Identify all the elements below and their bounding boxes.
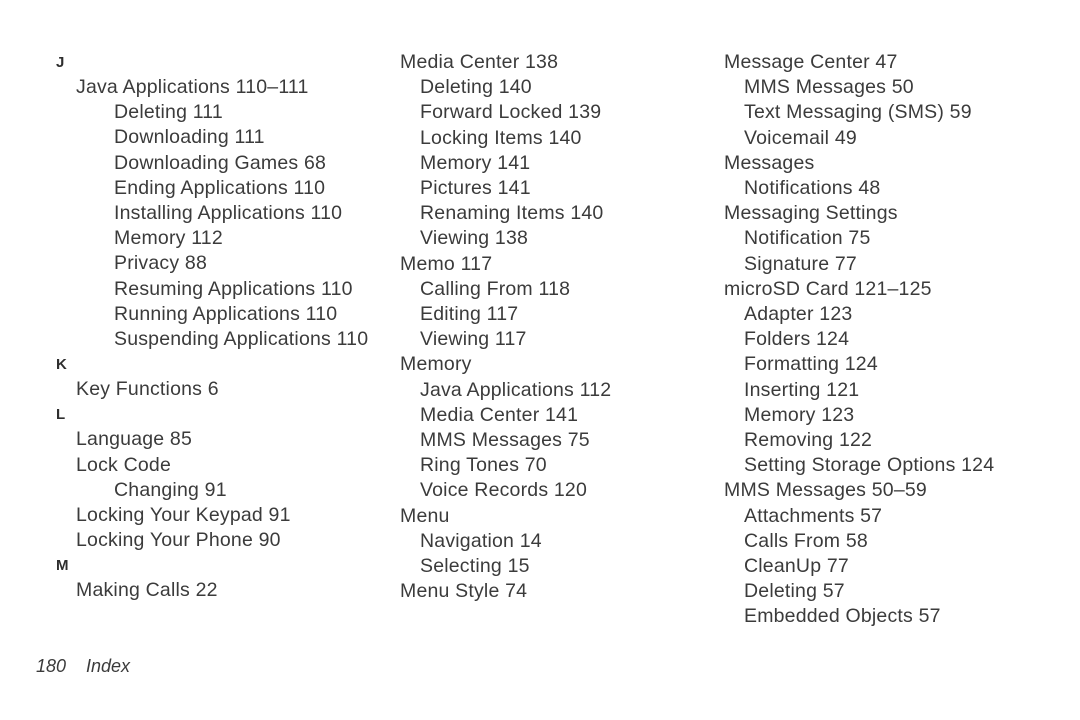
index-entry[interactable]: Messaging Settings [724,201,1064,226]
index-entry[interactable]: Setting Storage Options 124 [744,453,1064,478]
index-entry[interactable]: Renaming Items 140 [420,201,720,226]
index-entry[interactable]: Calling From 118 [420,277,720,302]
index-entry[interactable]: Text Messaging (SMS) 59 [744,100,1064,125]
index-entry[interactable]: Java Applications 112 [420,378,720,403]
index-entry[interactable]: Running Applications 110 [114,302,386,327]
index-entry[interactable]: Embedded Objects 57 [744,604,1064,629]
index-entry[interactable]: Memory 123 [744,403,1064,428]
index-entry[interactable]: Making Calls 22 [76,578,386,603]
index-entry[interactable]: Key Functions 6 [76,377,386,402]
index-entry[interactable]: Messages [724,151,1064,176]
index-entry[interactable]: Viewing 117 [420,327,720,352]
index-entry[interactable]: Locking Your Keypad 91 [76,503,386,528]
index-entry[interactable]: Ending Applications 110 [114,176,386,201]
index-entry[interactable]: Ring Tones 70 [420,453,720,478]
index-letter-heading: M [56,557,69,575]
index-entry[interactable]: MMS Messages 50–59 [724,478,1064,503]
index-entry[interactable]: Memory [400,352,720,377]
index-entry[interactable]: Downloading 111 [114,125,386,150]
index-entry[interactable]: Calls From 58 [744,529,1064,554]
index-column-2: Media Center 138 Deleting 140 Forward Lock… [400,50,720,604]
index-entry[interactable]: Menu [400,504,720,529]
index-entry[interactable]: Voicemail 49 [744,126,1064,151]
index-letter-heading: L [56,406,66,424]
index-entry[interactable]: Notifications 48 [744,176,1064,201]
index-entry[interactable]: Language 85 [76,427,386,452]
index-column-1: J Java Applications 110–111 Deleting 111 Do… [56,50,386,604]
index-entry[interactable]: Privacy 88 [114,251,386,276]
index-entry[interactable]: Locking Your Phone 90 [76,528,386,553]
index-entry[interactable]: Viewing 138 [420,226,720,251]
index-entry[interactable]: microSD Card 121–125 [724,277,1064,302]
index-entry[interactable]: Menu Style 74 [400,579,720,604]
index-entry[interactable]: Locking Items 140 [420,126,720,151]
index-entry[interactable]: Deleting 140 [420,75,720,100]
page-footer: 180 Index [36,656,536,677]
index-entry[interactable]: Adapter 123 [744,302,1064,327]
index-page: J Java Applications 110–111 Deleting 111 Do… [0,0,1080,720]
index-entry[interactable]: Folders 124 [744,327,1064,352]
index-entry[interactable]: Deleting 111 [114,100,386,125]
index-entry[interactable]: Memory 141 [420,151,720,176]
index-entry[interactable]: Selecting 15 [420,554,720,579]
index-entry[interactable]: Installing Applications 110 [114,201,386,226]
index-entry[interactable]: Resuming Applications 110 [114,277,386,302]
index-entry[interactable]: MMS Messages 50 [744,75,1064,100]
index-entry[interactable]: Editing 117 [420,302,720,327]
index-entry[interactable]: Pictures 141 [420,176,720,201]
index-letter-heading: K [56,356,67,374]
index-entry[interactable]: Suspending Applications 110 [114,327,386,352]
index-entry[interactable]: Formatting 124 [744,352,1064,377]
index-entry[interactable]: Forward Locked 139 [420,100,720,125]
index-entry[interactable]: Signature 77 [744,252,1064,277]
index-column-3: Message Center 47 MMS Messages 50 Text Mes… [724,50,1064,630]
index-entry[interactable]: Downloading Games 68 [114,151,386,176]
index-entry[interactable]: Memo 117 [400,252,720,277]
index-letter-heading: J [56,54,65,71]
index-entry[interactable]: Changing 91 [114,478,386,503]
index-entry[interactable]: MMS Messages 75 [420,428,720,453]
index-entry[interactable]: CleanUp 77 [744,554,1064,579]
index-entry[interactable]: Media Center 141 [420,403,720,428]
index-entry[interactable]: Notification 75 [744,226,1064,251]
index-entry[interactable]: Lock Code [76,453,386,478]
footer-page-number: 180 [36,656,67,676]
index-entry[interactable]: Message Center 47 [724,50,1064,75]
index-entry[interactable]: Attachments 57 [744,504,1064,529]
index-entry[interactable]: Media Center 138 [400,50,720,75]
footer-label: Index [86,656,131,676]
index-entry[interactable]: Inserting 121 [744,378,1064,403]
index-entry[interactable]: Java Applications 110–111 [76,75,386,100]
index-entry[interactable]: Deleting 57 [744,579,1064,604]
index-entry[interactable]: Removing 122 [744,428,1064,453]
index-entry[interactable]: Voice Records 120 [420,478,720,503]
index-entry[interactable]: Navigation 14 [420,529,720,554]
index-entry[interactable]: Memory 112 [114,226,386,251]
